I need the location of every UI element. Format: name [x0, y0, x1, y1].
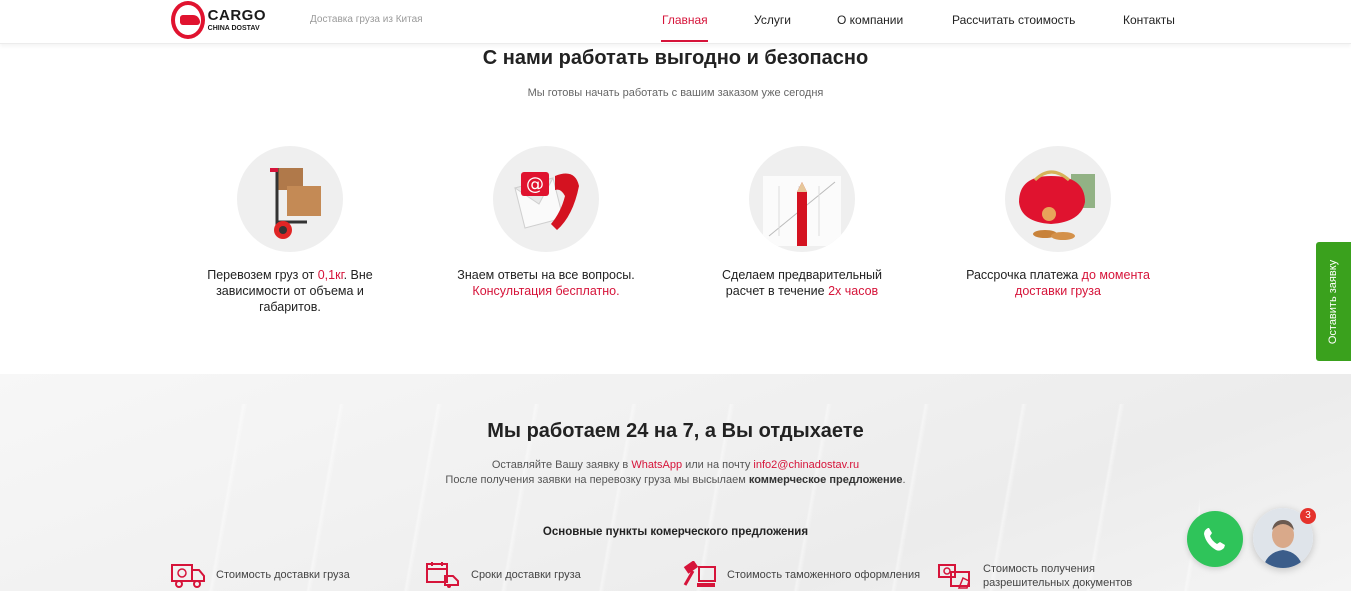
section-title: С нами работать выгодно и безопасно: [482, 47, 869, 69]
feature-text: Рассрочка платежа: [966, 268, 1082, 282]
truck-cost-icon: [171, 564, 205, 588]
leave-request-tab[interactable]: Оставить заявку: [1316, 242, 1351, 361]
leave-request-label: Оставить заявку: [1327, 259, 1340, 344]
offer-point: Сроки доставки груза: [425, 561, 581, 589]
whatsapp-button[interactable]: [1187, 511, 1243, 567]
offer-text-end: .: [902, 474, 906, 486]
email-phone-icon: @: [493, 146, 599, 252]
offer-bold: коммерческое предложение: [748, 474, 903, 486]
feature-item: Сделаем предварительный расчет в течение…: [702, 146, 902, 299]
nav-active-indicator: [661, 40, 708, 42]
nav-item-calculate[interactable]: Рассчитать стоимость: [952, 13, 1075, 27]
contact-text: Оставляйте Вашу заявку в: [491, 459, 632, 471]
offer-point-label: Сроки доставки груза: [471, 569, 581, 581]
points-title: Основные пункты комерческого предложения: [542, 526, 809, 538]
customs-gavel-icon: [683, 561, 716, 587]
offer-point-label: Стоимость доставки груза: [216, 569, 350, 581]
nav-item-home[interactable]: Главная: [662, 13, 708, 27]
hand-truck-boxes-icon: [237, 146, 343, 252]
offer-point: Стоимость таможенного оформления: [681, 561, 920, 589]
feature-item: Рассрочка платежа до момента доставки гр…: [958, 146, 1158, 299]
feature-highlight: Консультация бесплатно.: [472, 284, 620, 298]
documents-money-icon: [938, 564, 970, 589]
nav-item-contacts[interactable]: Контакты: [1123, 13, 1175, 27]
feature-text: Знаем ответы на все вопросы.: [457, 268, 635, 282]
feature-highlight: 2х часов: [828, 284, 879, 298]
offer-point-label: Стоимость таможенного оформления: [727, 569, 921, 581]
offer-point: Стоимость получения разрешительных докум…: [937, 562, 1148, 590]
phone-icon: [1204, 528, 1225, 551]
logo[interactable]: CARGO CHINA DOSTAV: [171, 0, 266, 40]
contact-text-mid: или на почту: [682, 459, 754, 471]
offer-point-label: Стоимость получения разрешительных докум…: [983, 563, 1133, 589]
calendar-truck-icon: [426, 562, 459, 588]
svg-text:@: @: [526, 174, 544, 195]
section-subtitle: Мы готовы начать работать с вашим заказо…: [527, 87, 824, 99]
logo-mark-icon: [171, 1, 205, 39]
offer-text: После получения заявки на перевозку груз…: [445, 474, 749, 486]
tagline: Доставка груза из Китая: [310, 14, 423, 25]
nav-item-about[interactable]: О компании: [837, 13, 903, 27]
offer-point: Стоимость доставки груза: [170, 561, 350, 589]
whatsapp-link[interactable]: WhatsApp: [631, 459, 682, 471]
logo-main-text: CARGO: [207, 7, 266, 24]
logo-sub-text: CHINA DOSTAV: [207, 25, 260, 32]
email-link[interactable]: info2@chinadostav.ru: [753, 459, 859, 471]
nav-item-services[interactable]: Услуги: [754, 13, 791, 27]
feature-item: Перевозем груз от 0,1кг. Вне зависимости…: [190, 146, 390, 315]
section-title-24-7: Мы работаем 24 на 7, а Вы отдыхаете: [487, 420, 864, 442]
feature-item: @ Знаем ответы на все вопросы. Консульта…: [446, 146, 646, 299]
chat-unread-badge: 3: [1300, 508, 1316, 524]
page: CARGO CHINA DOSTAV Доставка груза из Кит…: [0, 0, 1351, 591]
feature-text: Перевозем груз от: [207, 268, 318, 282]
feature-highlight: 0,1кг: [317, 268, 344, 282]
pencil-chart-icon: [749, 146, 855, 252]
purse-money-icon: [1005, 146, 1111, 252]
site-header: CARGO CHINA DOSTAV Доставка груза из Кит…: [0, 0, 1351, 44]
